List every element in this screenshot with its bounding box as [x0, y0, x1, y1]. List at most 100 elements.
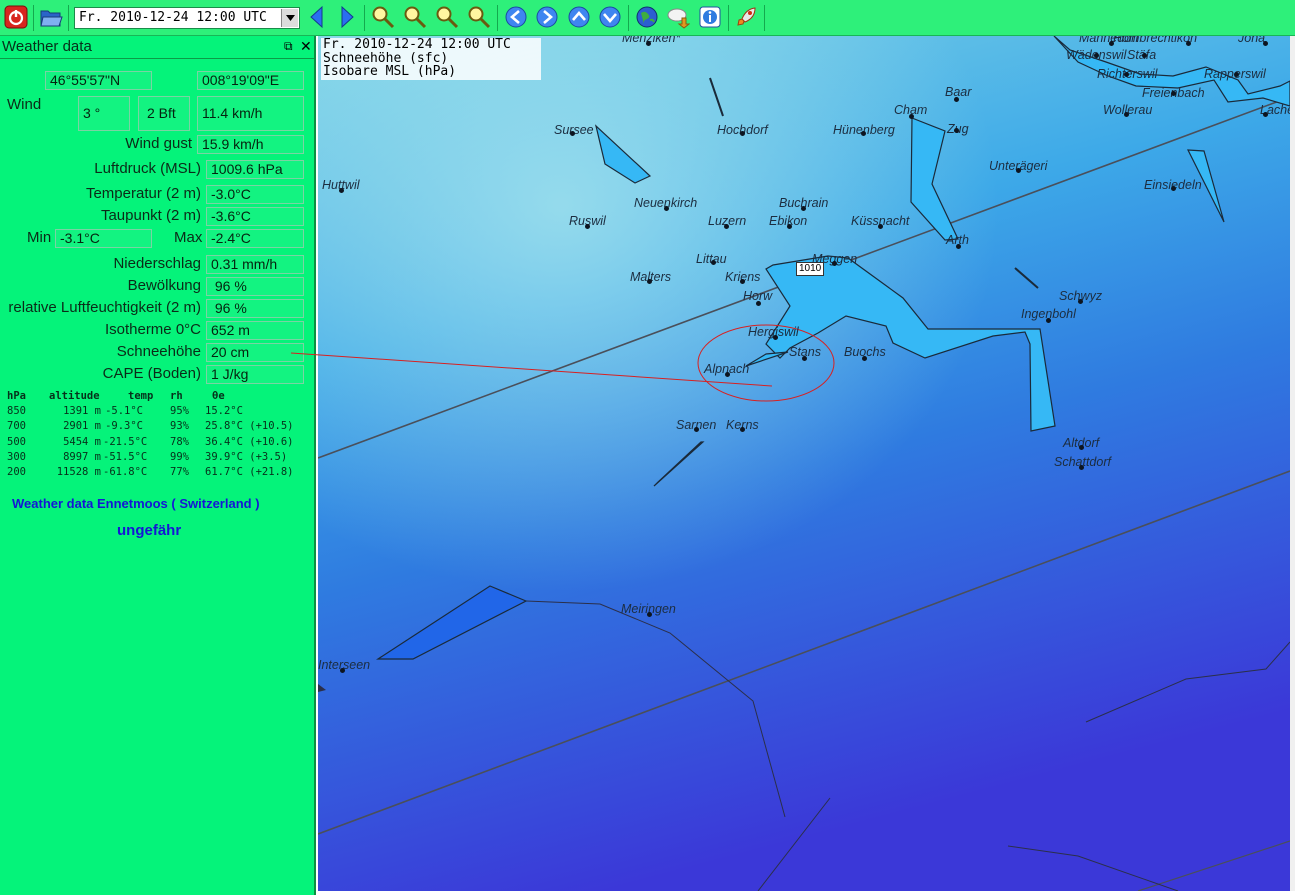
- nav-down-icon[interactable]: [597, 4, 623, 30]
- window-right-edge: [1290, 36, 1295, 895]
- map-info-box: Fr. 2010-12-24 12:00 UTC Schneehöhe (sfc…: [321, 38, 541, 80]
- city-marker: [956, 244, 961, 249]
- panel-title: Weather data: [2, 38, 92, 55]
- next-arrow-icon[interactable]: [334, 4, 360, 30]
- cape-label: CAPE (Boden): [102, 365, 201, 382]
- sounding-cell: 39.9°C (+3.5): [205, 450, 288, 463]
- window-bottom-edge: [318, 891, 1295, 895]
- sounding-cell: 850: [7, 405, 26, 418]
- sounding-row: 700 2901 m -9.3°C 93% 25.8°C (+10.5): [7, 419, 294, 434]
- humidity-label: relative Luftfeuchtigkeit (2 m): [8, 299, 201, 316]
- city-marker: [801, 206, 806, 211]
- info-icon[interactable]: [697, 4, 723, 30]
- wind-label: Wind: [7, 96, 42, 113]
- city-marker: [1046, 318, 1051, 323]
- location-title: Weather data Ennetmoos ( Switzerland ): [12, 496, 260, 511]
- city-marker: [1263, 112, 1268, 117]
- sounding-cell: -51.5°C: [103, 450, 148, 463]
- freezing-level-field: 652 m: [206, 321, 304, 340]
- city-marker: [954, 97, 959, 102]
- city-marker: [339, 188, 344, 193]
- city-marker: [756, 301, 761, 306]
- zoom-in-icon[interactable]: [370, 4, 396, 30]
- wind-direction-field: 3 °: [78, 96, 130, 131]
- city-marker: [802, 356, 807, 361]
- sounding-cell: 77%: [170, 465, 189, 478]
- sounding-header: hPa altitude temp rh θe: [7, 390, 225, 402]
- freezing-level-label: Isotherme 0°C: [104, 321, 201, 338]
- precipitation-label: Niederschlag: [113, 255, 201, 272]
- sounding-cell: 200: [7, 465, 26, 478]
- sounding-row: 850 1391 m -5.1°C 95% 15.2°C: [7, 404, 243, 419]
- sounding-cell: 8997 m: [63, 450, 101, 463]
- city-marker: [725, 372, 730, 377]
- wind-bft-field: 2 Bft: [138, 96, 190, 131]
- location-approx: ungefähr: [117, 522, 182, 539]
- wind-gust-label: Wind gust: [125, 135, 192, 152]
- cloud-cover-label: Bewölkung: [127, 277, 201, 294]
- min-label: Min: [27, 229, 52, 246]
- weather-data-panel: Weather data ⧉ ✕ 46°55'57"N 008°19'09"E …: [0, 36, 316, 895]
- city-label: Menziken*: [622, 36, 681, 45]
- panel-title-bar: Weather data ⧉ ✕: [0, 36, 314, 59]
- sounding-cell: -5.1°C: [105, 405, 143, 418]
- sounding-cell: 95%: [170, 405, 189, 418]
- sounding-cell: 61.7°C (+21.8): [205, 465, 294, 478]
- temperature-field: -3.0°C: [206, 185, 304, 204]
- city-label: Hombrechtikon: [1113, 36, 1198, 45]
- pressure-field: 1009.6 hPa: [206, 160, 304, 179]
- zoom-selection-icon[interactable]: [434, 4, 460, 30]
- city-marker: [647, 279, 652, 284]
- city-marker: [1124, 72, 1129, 77]
- dewpoint-field: -3.6°C: [206, 207, 304, 226]
- sounding-row: 200 11528 m -61.8°C 77% 61.7°C (+21.8): [7, 465, 294, 480]
- sounding-cell: 93%: [170, 420, 189, 433]
- city-marker: [1171, 186, 1176, 191]
- open-folder-icon[interactable]: [38, 4, 64, 30]
- map-info-layer-snow: Schneehöhe (sfc): [323, 50, 449, 66]
- city-marker: [954, 128, 959, 133]
- sounding-cell: 15.2°C: [205, 405, 243, 418]
- map-canvas: [318, 36, 1290, 891]
- sounding-cell: 5454 m: [63, 435, 101, 448]
- sounding-cell: 99%: [170, 450, 189, 463]
- sounding-cell: 700: [7, 420, 26, 433]
- sounding-cell: 78%: [170, 435, 189, 448]
- snow-depth-field: 20 cm: [206, 343, 304, 362]
- city-marker: [862, 356, 867, 361]
- date-value: Fr. 2010-12-24 12:00 UTC: [79, 10, 267, 25]
- zoom-all-icon[interactable]: [466, 4, 492, 30]
- snow-depth-label: Schneehöhe: [116, 343, 201, 360]
- globe-icon[interactable]: [634, 4, 660, 30]
- close-icon[interactable]: ✕: [300, 39, 312, 53]
- prev-arrow-icon[interactable]: [304, 4, 330, 30]
- city-marker: [647, 612, 652, 617]
- city-marker: [1078, 299, 1083, 304]
- date-select[interactable]: Fr. 2010-12-24 12:00 UTC: [74, 7, 300, 29]
- city-marker: [1234, 72, 1239, 77]
- city-marker: [1016, 168, 1021, 173]
- sounding-cell: 25.8°C (+10.5): [205, 420, 294, 433]
- nav-right-icon[interactable]: [534, 4, 560, 30]
- nav-up-icon[interactable]: [566, 4, 592, 30]
- city-marker: [1171, 91, 1176, 96]
- nav-left-icon[interactable]: [503, 4, 529, 30]
- float-icon[interactable]: ⧉: [284, 39, 293, 53]
- latitude-field: 46°55'57"N: [45, 71, 152, 90]
- longitude-field: 008°19'09"E: [197, 71, 304, 90]
- pressure-label: Luftdruck (MSL): [94, 160, 201, 177]
- rocket-icon[interactable]: [734, 4, 760, 30]
- city-marker: [1079, 445, 1084, 450]
- dewpoint-label: Taupunkt (2 m): [100, 207, 201, 224]
- max-label: Max: [174, 229, 203, 246]
- sounding-cell: -61.8°C: [103, 465, 148, 478]
- power-icon[interactable]: [3, 4, 29, 30]
- city-marker: [740, 279, 745, 284]
- zoom-out-icon[interactable]: [402, 4, 428, 30]
- download-icon[interactable]: [665, 4, 691, 30]
- city-marker: [1094, 53, 1099, 58]
- chevron-down-icon[interactable]: [281, 9, 298, 27]
- city-marker: [1263, 41, 1268, 46]
- sounding-row: 500 5454 m -21.5°C 78% 36.4°C (+10.6): [7, 435, 294, 450]
- map-view[interactable]: 1010 Menziken* Mannedorf Hombrechtikon Jona…: [318, 36, 1290, 891]
